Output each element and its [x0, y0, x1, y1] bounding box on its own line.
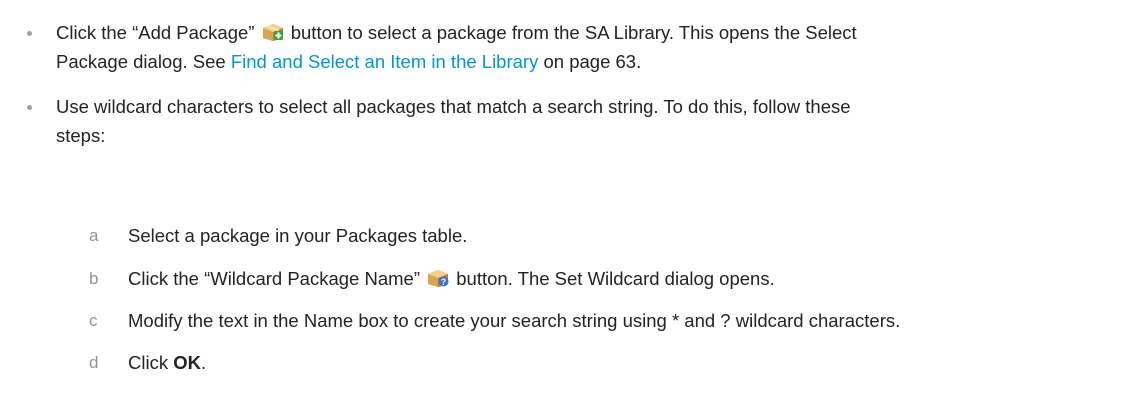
- add-package-icon: [262, 21, 284, 41]
- step-text-segment: .: [200, 352, 207, 373]
- step-text: Click the “Wildcard Package Name” ? butt…: [128, 266, 1128, 292]
- bullet-text: Use wildcard characters to select all pa…: [56, 92, 1116, 150]
- document-page: Click the “Add Package” button to select…: [0, 0, 1139, 406]
- bullet-dot: [27, 105, 32, 110]
- bullet-text-segment: button to select a package from the SA L…: [285, 22, 857, 43]
- wildcard-package-icon: ?: [427, 268, 449, 288]
- bullet-line: steps:: [56, 125, 106, 146]
- bullet-text-segment: Package dialog. See: [56, 51, 231, 72]
- step-letter: a: [89, 226, 99, 245]
- step-letter: c: [89, 311, 98, 330]
- bullet-line: Click the “Add Package” button to select…: [56, 18, 1116, 47]
- step-d: d Click OK.: [0, 350, 1139, 380]
- step-letter: d: [89, 353, 99, 372]
- bullet-text: Click the “Add Package” button to select…: [56, 18, 1116, 76]
- step-text: Select a package in your Packages table.: [128, 225, 468, 246]
- svg-text:?: ?: [441, 277, 447, 287]
- step-text: Click OK.: [128, 350, 1128, 376]
- step-b: b Click the “Wildcard Package Name” ? bu…: [0, 266, 1139, 296]
- bullet-line: Use wildcard characters to select all pa…: [56, 96, 851, 117]
- bullet-text-segment: on page 63.: [538, 51, 642, 72]
- step-text-segment: button. The Set Wildcard dialog opens.: [451, 268, 775, 289]
- bullet-text-segment: Click the “Add Package”: [56, 22, 260, 43]
- bullet-wildcard: Use wildcard characters to select all pa…: [0, 92, 1139, 152]
- bullet-line: Package dialog. See Find and Select an I…: [56, 47, 1116, 76]
- cross-reference-link[interactable]: Find and Select an Item in the Library: [231, 51, 538, 72]
- step-a: a Select a package in your Packages tabl…: [0, 223, 1139, 253]
- bullet-dot: [27, 31, 32, 36]
- step-letter: b: [89, 269, 99, 288]
- step-text-segment: Click the “Wildcard Package Name”: [128, 268, 426, 289]
- bullet-add-package: Click the “Add Package” button to select…: [0, 18, 1139, 78]
- step-c: c Modify the text in the Name box to cre…: [0, 308, 1139, 338]
- step-text: Modify the text in the Name box to creat…: [128, 310, 901, 331]
- step-text-segment: Click: [128, 352, 174, 373]
- ok-button-reference: OK: [173, 352, 201, 373]
